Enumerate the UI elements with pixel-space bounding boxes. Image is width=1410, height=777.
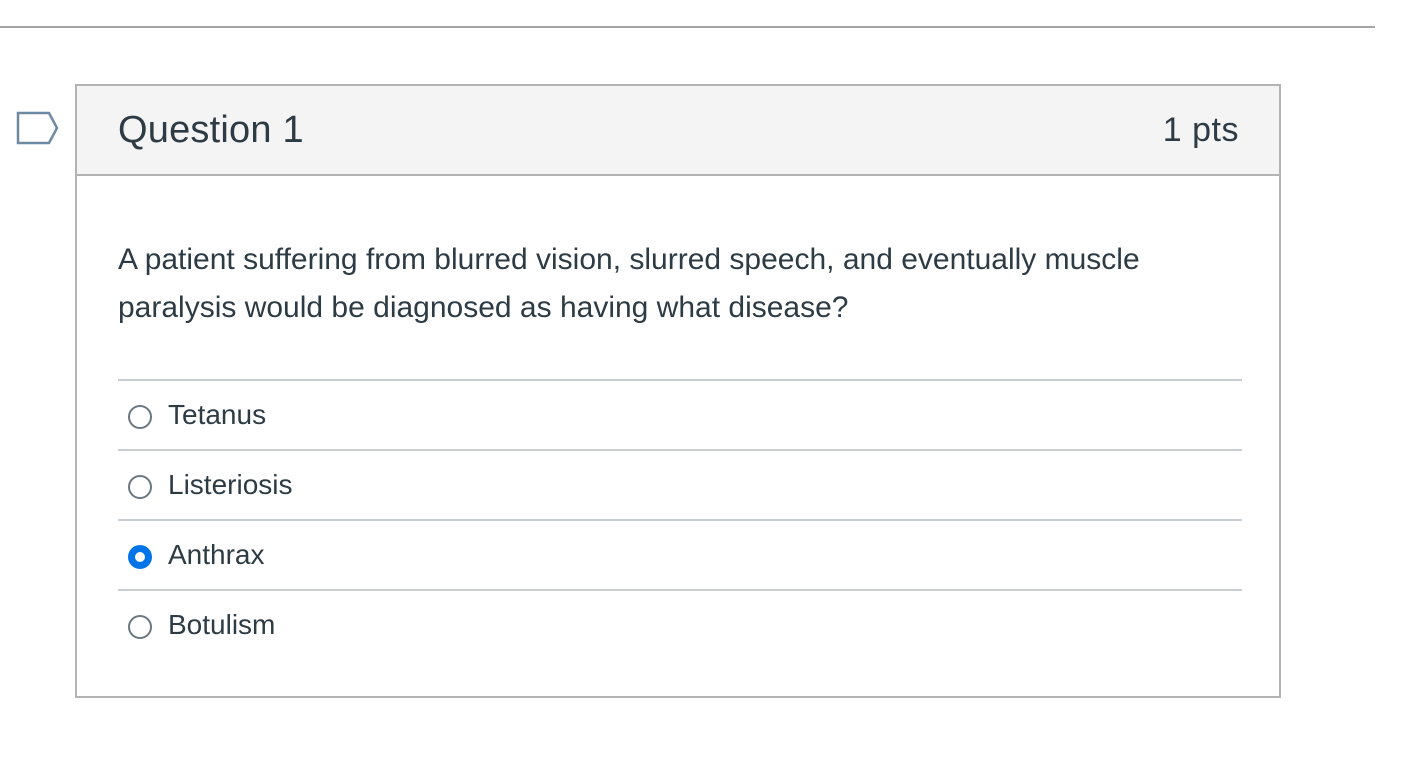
question-points: 1 pts [1162, 110, 1239, 149]
question-card: Question 1 1 pts A patient suffering fro… [75, 84, 1281, 698]
radio-button[interactable] [128, 615, 152, 639]
answer-label[interactable]: Listeriosis [168, 469, 292, 501]
answer-list: Tetanus Listeriosis Anthrax Botulism [118, 379, 1242, 659]
answer-option-anthrax[interactable]: Anthrax [118, 521, 1242, 591]
top-divider [0, 26, 1375, 28]
question-title: Question 1 [118, 108, 304, 151]
radio-button[interactable] [128, 405, 152, 429]
answer-option-botulism[interactable]: Botulism [118, 591, 1242, 659]
answer-label[interactable]: Anthrax [168, 539, 265, 571]
question-text: A patient suffering from blurred vision,… [118, 243, 1140, 324]
answer-label[interactable]: Botulism [168, 609, 275, 641]
answer-label[interactable]: Tetanus [168, 399, 266, 431]
bookmark-flag-icon[interactable] [16, 111, 60, 145]
radio-button[interactable] [128, 475, 152, 499]
answer-option-listeriosis[interactable]: Listeriosis [118, 451, 1242, 521]
radio-button-selected[interactable] [128, 545, 152, 569]
question-header: Question 1 1 pts [77, 86, 1279, 176]
answer-option-tetanus[interactable]: Tetanus [118, 381, 1242, 451]
